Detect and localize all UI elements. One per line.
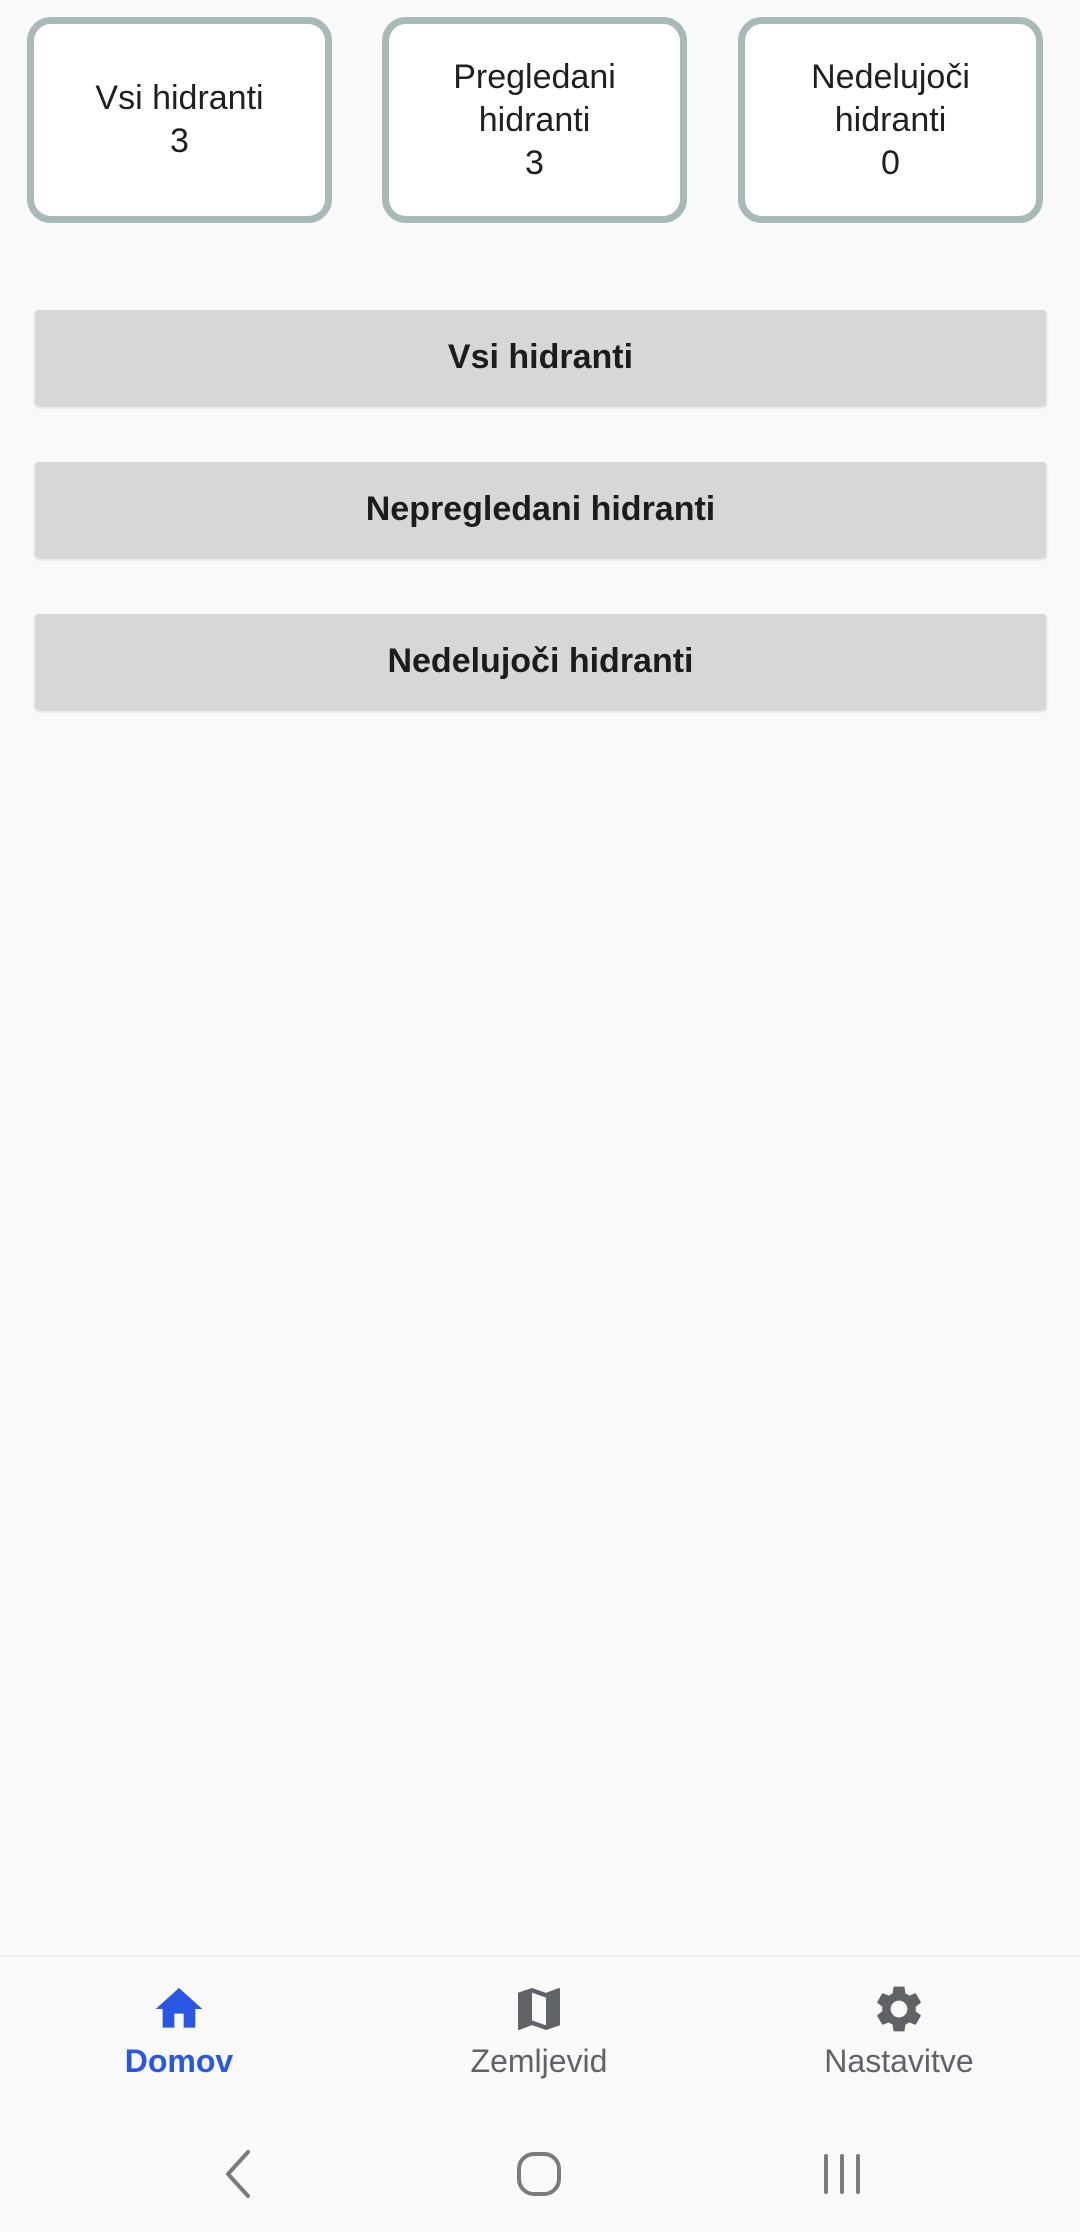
- stat-value: 0: [881, 143, 900, 182]
- stat-label-line-2: hidranti: [834, 100, 947, 139]
- unreviewed-hydrants-button[interactable]: Nepregledani hidranti: [35, 462, 1046, 557]
- map-icon: [511, 1981, 567, 2037]
- stat-label: Vsi hidranti: [95, 79, 264, 117]
- nav-item-settings[interactable]: Nastavitve: [769, 1981, 1029, 2101]
- nav-label-home: Domov: [124, 2043, 234, 2079]
- stat-label-line-2: hidranti: [478, 100, 591, 139]
- all-hydrants-button[interactable]: Vsi hidranti: [35, 310, 1046, 405]
- back-icon[interactable]: [198, 2139, 278, 2209]
- recents-icon[interactable]: [802, 2139, 882, 2209]
- stat-label-line-1: Nedelujoči: [811, 57, 970, 96]
- stat-card-all-hydrants: Vsi hidranti 3: [27, 17, 332, 223]
- stat-label-line-1: Pregledani: [453, 57, 616, 96]
- stat-value: 3: [170, 122, 189, 160]
- broken-hydrants-button[interactable]: Nedelujoči hidranti: [35, 614, 1046, 709]
- stat-card-reviewed-hydrants: Pregledani hidranti 3: [382, 17, 687, 223]
- nav-label-settings: Nastavitve: [824, 2043, 974, 2079]
- bottom-navigation: Domov Zemljevid Nastavitve: [0, 1955, 1080, 2117]
- nav-item-map[interactable]: Zemljevid: [409, 1981, 669, 2101]
- stat-value: 3: [525, 143, 544, 182]
- gear-icon: [871, 1981, 927, 2037]
- stat-card-broken-hydrants: Nedelujoči hidranti 0: [738, 17, 1043, 223]
- nav-item-home[interactable]: Domov: [49, 1981, 309, 2101]
- home-icon: [151, 1981, 207, 2037]
- home-circle-icon[interactable]: [499, 2139, 579, 2209]
- nav-label-map: Zemljevid: [470, 2043, 608, 2079]
- stats-row: Vsi hidranti 3 Pregledani hidranti 3 Ned…: [0, 0, 1080, 240]
- system-navigation-bar: [0, 2117, 1080, 2232]
